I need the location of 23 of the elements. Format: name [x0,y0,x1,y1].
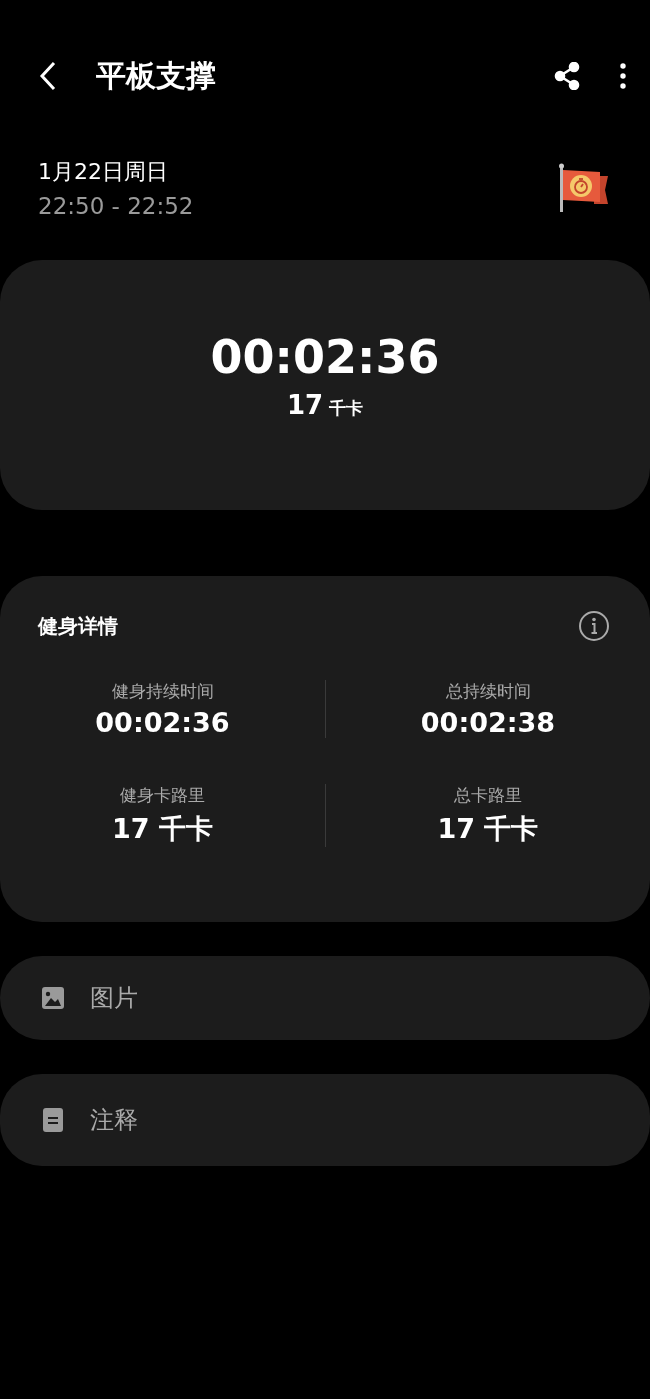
more-options-icon[interactable] [618,62,628,90]
stat-value: 00:02:36 [95,707,230,738]
notes-row[interactable]: 注释 [0,1074,650,1166]
workout-date: 1月22日周日 [38,158,169,186]
stat-value: 00:02:38 [420,707,556,738]
calories-unit: 千卡 [329,397,364,420]
time-range: 22:50 - 22:52 [38,193,195,219]
stat-value: 17 千卡 [112,812,213,846]
section-title: 健身详情 [38,612,118,640]
image-icon [42,987,64,1009]
flag-icon [558,162,610,214]
pictures-row[interactable]: 图片 [0,956,650,1040]
calories-value: 17 [286,390,324,420]
workout-duration: 00:02:36 [210,330,440,384]
page-title: 平板支撑 [96,56,217,95]
note-icon [42,1108,64,1132]
stat-label: 总持续时间 [445,680,531,703]
stat-label: 总卡路里 [454,784,522,807]
stat-label: 健身卡路里 [120,784,205,807]
share-icon[interactable] [552,61,582,91]
info-icon[interactable] [578,610,610,642]
stat-value: 17 千卡 [437,812,539,846]
stat-label: 健身持续时间 [111,680,214,703]
